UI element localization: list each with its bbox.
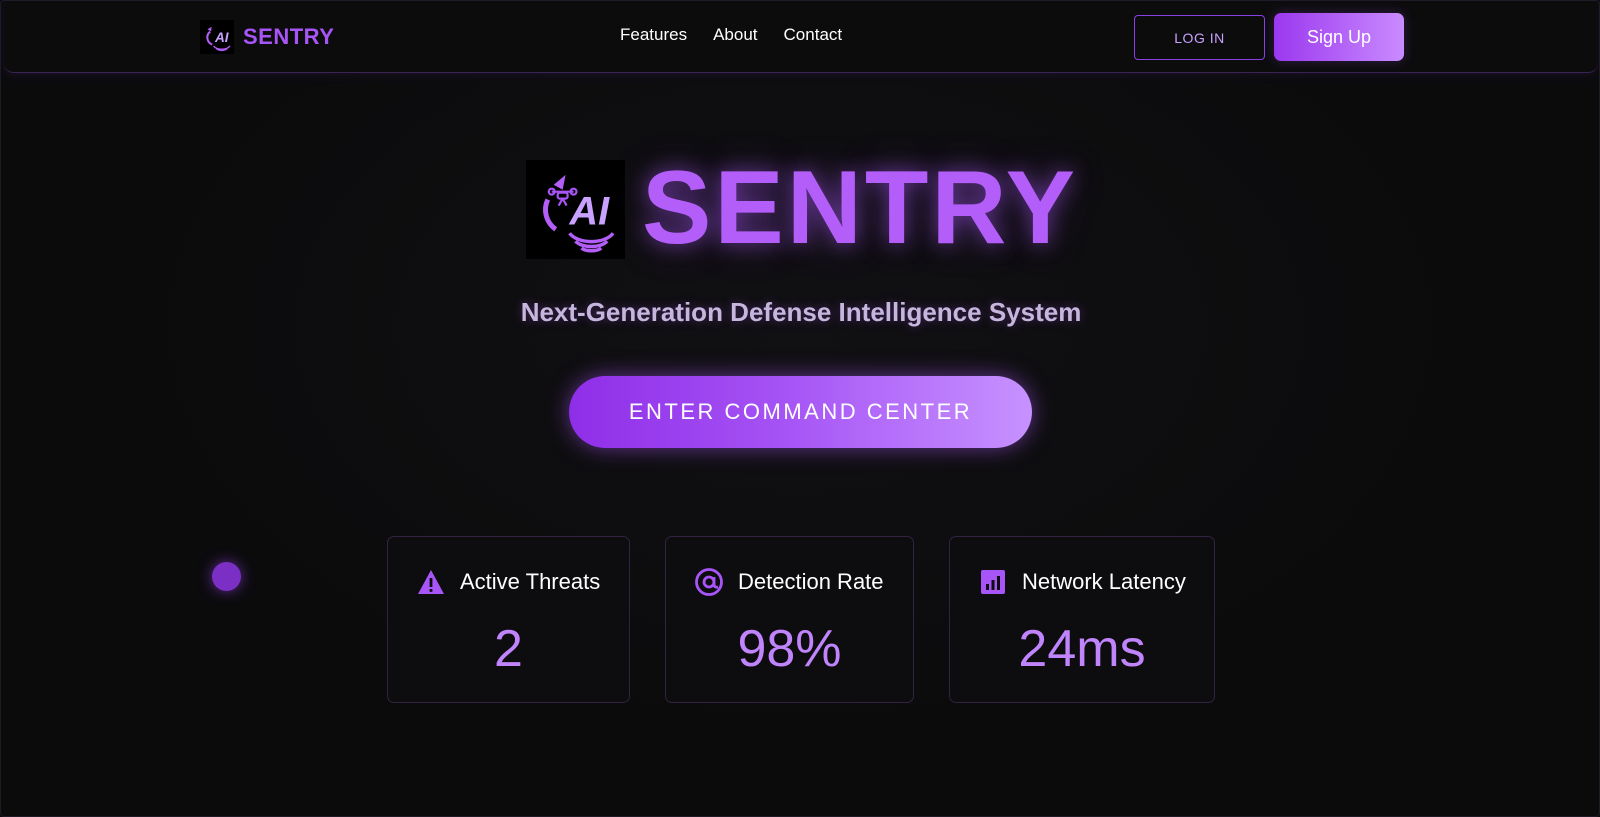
login-button[interactable]: LOG IN <box>1134 15 1265 60</box>
stat-label: Network Latency <box>1022 569 1186 594</box>
app-frame: AI SENTRY Features About Contact LOG IN … <box>0 0 1600 817</box>
nav-link-contact[interactable]: Contact <box>784 25 843 45</box>
sentry-logo-icon: AI <box>200 20 234 54</box>
stat-label: Detection Rate <box>738 569 884 594</box>
hero-title: SENTRY <box>642 150 1078 266</box>
bar-chart-icon <box>981 570 1005 594</box>
warning-triangle-icon <box>418 570 444 594</box>
stat-value: 2 <box>494 620 523 678</box>
hero-logo-icon: AI <box>526 160 625 259</box>
decorative-glow-dot <box>212 562 241 591</box>
hero-logo-letters: AI <box>569 189 611 233</box>
stat-card-header: Detection Rate <box>694 567 884 597</box>
nav-link-features[interactable]: Features <box>620 25 687 45</box>
at-target-icon <box>695 568 723 596</box>
nav-links: Features About Contact <box>620 25 842 45</box>
stat-card-header: Active Threats <box>416 567 600 597</box>
hero-subtitle: Next-Generation Defense Intelligence Sys… <box>520 297 1082 327</box>
top-navbar: AI SENTRY Features About Contact LOG IN … <box>4 1 1598 73</box>
enter-command-center-button[interactable]: ENTER COMMAND CENTER <box>569 376 1032 448</box>
stat-card-active-threats: Active Threats 2 <box>387 536 630 703</box>
stat-value: 24ms <box>1018 620 1146 678</box>
stat-value: 98% <box>737 620 842 678</box>
stat-label: Active Threats <box>460 569 601 594</box>
brand-name: SENTRY <box>243 24 335 49</box>
stat-card-header: Network Latency <box>978 567 1186 597</box>
stat-card-network-latency: Network Latency 24ms <box>949 536 1215 703</box>
nav-link-about[interactable]: About <box>713 25 757 45</box>
stat-card-detection-rate: Detection Rate 98% <box>665 536 914 703</box>
logo-letters: AI <box>214 30 230 45</box>
signup-button[interactable]: Sign Up <box>1274 13 1404 61</box>
brand-home-link[interactable]: AI SENTRY <box>200 20 334 54</box>
